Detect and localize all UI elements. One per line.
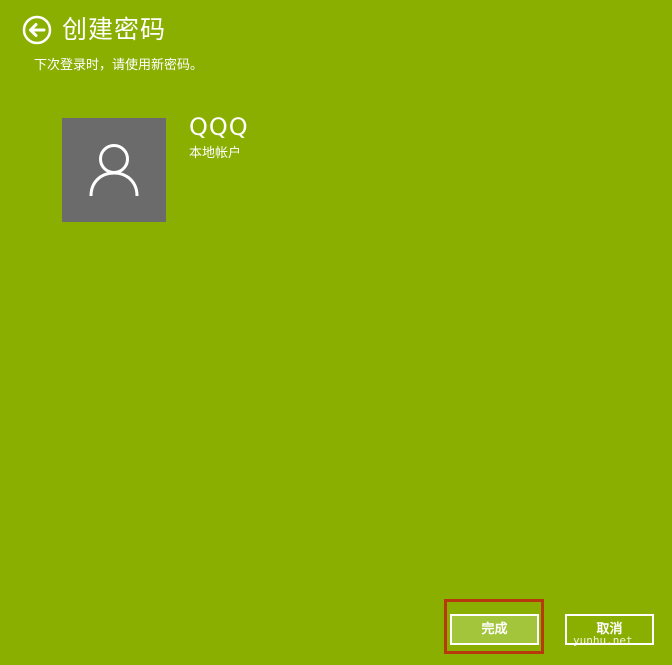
finish-button[interactable]: 完成 [450, 614, 539, 645]
back-button[interactable] [22, 15, 52, 45]
avatar [62, 118, 166, 222]
header: 创建密码 [22, 14, 166, 46]
back-arrow-circle-icon [22, 15, 52, 45]
account-name: QQQ [189, 113, 249, 141]
user-silhouette-icon [89, 144, 139, 197]
account-type: 本地帐户 [189, 146, 242, 161]
watermark: yunhu.net [573, 634, 633, 647]
subtitle: 下次登录时，请使用新密码。 [34, 58, 204, 73]
page-title: 创建密码 [62, 15, 167, 44]
